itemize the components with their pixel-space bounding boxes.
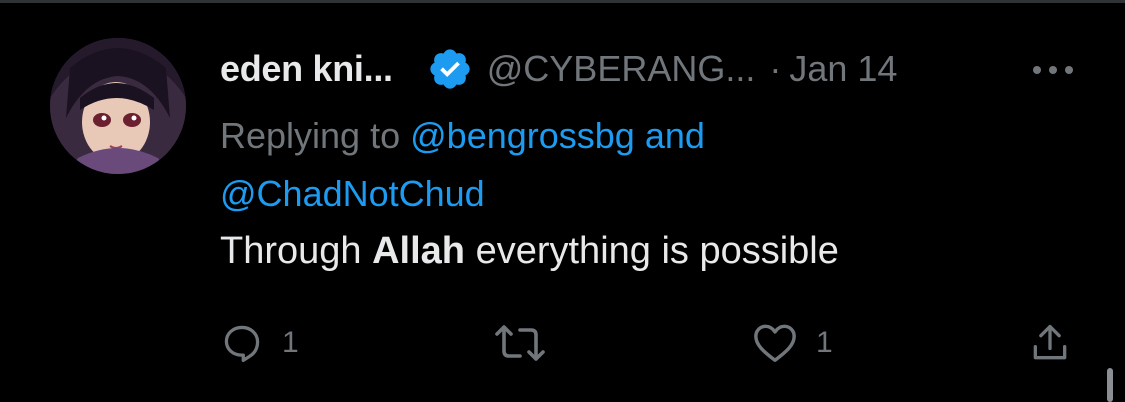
tweet-header: eden kni... @CYBERANG... · Jan 14 xyxy=(220,43,897,95)
reply-button[interactable]: 1 xyxy=(220,321,299,365)
like-count: 1 xyxy=(816,326,833,359)
like-button[interactable]: 1 xyxy=(752,321,833,365)
scrollbar[interactable] xyxy=(1107,368,1113,402)
reply-icon xyxy=(220,321,264,365)
mention-link-chadnotchud[interactable]: @ChadNotChud xyxy=(220,173,485,214)
tweet-date[interactable]: Jan 14 xyxy=(789,48,897,90)
display-name[interactable]: eden kni... xyxy=(220,48,393,90)
avatar-image xyxy=(50,38,186,174)
tweet-text: Through Allah everything is possible xyxy=(220,223,839,279)
replying-to-label: Replying to xyxy=(220,115,401,156)
retweet-button[interactable] xyxy=(494,321,546,365)
replying-to: Replying to @bengrossbg and @ChadNotChud xyxy=(220,107,1080,223)
share-button[interactable] xyxy=(1028,321,1072,365)
tweet-text-before: Through xyxy=(220,230,362,272)
verified-badge-icon xyxy=(427,46,473,92)
tweet[interactable]: eden kni... @CYBERANG... · Jan 14 Replyi… xyxy=(0,3,1125,402)
tweet-text-after: everything is possible xyxy=(475,230,839,272)
separator-dot: · xyxy=(769,48,782,89)
replying-conjunction: and xyxy=(644,115,705,156)
mention-link-bengrossbg[interactable]: @bengrossbg xyxy=(410,115,635,156)
more-horizontal-icon[interactable] xyxy=(1028,55,1078,85)
heart-icon xyxy=(752,321,798,365)
user-handle[interactable]: @CYBERANG... xyxy=(487,48,756,90)
retweet-icon xyxy=(494,321,546,365)
tweet-text-bold: Allah xyxy=(372,230,466,272)
reply-count: 1 xyxy=(282,326,299,359)
action-bar: 1 1 xyxy=(0,303,1125,393)
avatar[interactable] xyxy=(50,38,186,174)
share-icon xyxy=(1028,321,1072,365)
